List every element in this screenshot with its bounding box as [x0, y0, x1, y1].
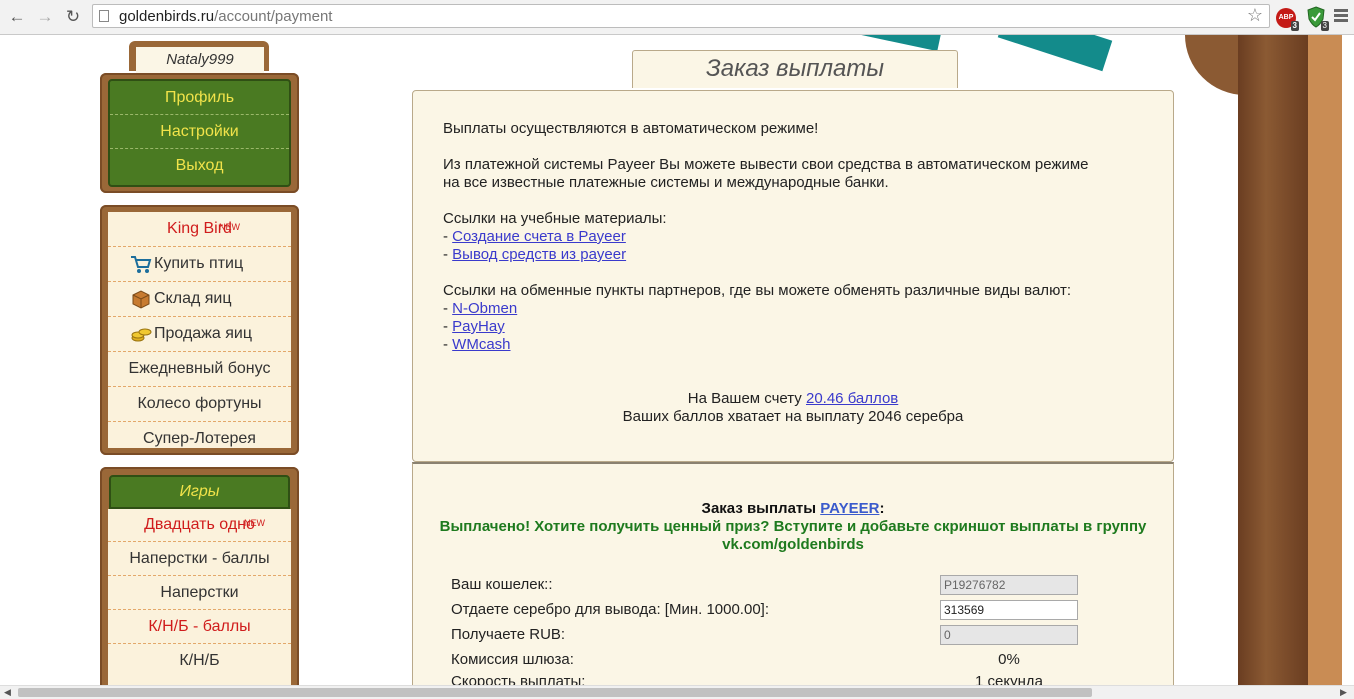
receive-rub-field — [940, 625, 1078, 645]
menu-settings[interactable]: Настройки — [110, 115, 289, 149]
link-wmcash[interactable]: WMcash — [452, 336, 510, 353]
scroll-right-icon[interactable]: ▶ — [1340, 687, 1347, 698]
username: Nataly999 — [136, 47, 264, 73]
link-withdraw-payeer[interactable]: Вывод средств из payeer — [452, 246, 626, 263]
reload-icon[interactable]: ↻ — [62, 6, 84, 28]
decor-ribbon — [859, 35, 941, 52]
order-title: Заказ выплаты PAYEER: — [701, 500, 885, 517]
fee-value: 0% — [998, 651, 1020, 668]
link-n-obmen[interactable]: N-Obmen — [452, 300, 517, 317]
scrollbar-thumb[interactable] — [18, 688, 1092, 697]
auto-payout-text: Выплаты осуществляются в автоматическом … — [443, 120, 819, 137]
menu-egg-storage[interactable]: Склад яиц — [108, 282, 291, 317]
paid-message: Выплачено! Хотите получить ценный приз? … — [439, 518, 1147, 553]
menu-profile[interactable]: Профиль — [110, 81, 289, 115]
tree-decor — [1238, 35, 1308, 685]
menu-logout[interactable]: Выход — [110, 149, 289, 182]
menu-twenty-one[interactable]: Двадцать одно NEW — [108, 509, 291, 542]
payeer-link[interactable]: PAYEER — [820, 500, 879, 517]
shield-extension-icon[interactable]: 3 — [1306, 6, 1329, 31]
receive-rub-label: Получаете RUB: — [451, 626, 566, 643]
wallet-label: Ваш кошелек:: — [451, 576, 553, 593]
coins-icon — [131, 328, 152, 342]
balance-text: На Вашем счету 20.46 баллов Ваших баллов… — [622, 390, 964, 425]
page-title: Заказ выплаты — [632, 50, 958, 88]
menu-rps[interactable]: К/Н/Б — [108, 644, 291, 677]
page-icon — [99, 10, 109, 22]
menu-buy-birds[interactable]: Купить птиц — [108, 247, 291, 282]
shop-menu: King Bird NEW Купить птиц Склад яиц Прода… — [108, 212, 291, 448]
browser-menu-icon[interactable] — [1334, 9, 1348, 24]
menu-daily-bonus[interactable]: Ежедневный бонус — [108, 352, 291, 387]
tree-decor — [1308, 35, 1342, 685]
address-bar[interactable]: goldenbirds.ru/account/payment ☆ — [92, 4, 1270, 28]
payout-info-box: Выплаты осуществляются в автоматическом … — [412, 90, 1174, 462]
payeer-info-text: Из платежной системы Payeer Вы можете вы… — [443, 156, 1089, 191]
page-content: Nataly999 Профиль Настройки Выход King B… — [0, 35, 1354, 685]
browser-toolbar: ← → ↻ goldenbirds.ru/account/payment ☆ A… — [0, 0, 1354, 35]
scroll-left-icon[interactable]: ◀ — [4, 687, 11, 698]
back-icon[interactable]: ← — [6, 6, 28, 28]
menu-thimbles-points[interactable]: Наперстки - баллы — [108, 542, 291, 576]
new-badge: NEW — [244, 518, 265, 528]
adblock-icon[interactable]: ABP 3 — [1276, 8, 1299, 31]
give-silver-input[interactable] — [940, 600, 1078, 620]
horizontal-scrollbar[interactable]: ◀ ▶ — [0, 685, 1354, 699]
menu-thimbles[interactable]: Наперстки — [108, 576, 291, 610]
study-links: Ссылки на учебные материалы: - Создание … — [443, 210, 667, 263]
exchange-links: Ссылки на обменные пункты партнеров, где… — [443, 282, 1072, 353]
menu-super-lottery[interactable]: Супер-Лотерея — [108, 422, 291, 456]
bookmark-star-icon[interactable]: ☆ — [1247, 5, 1263, 26]
menu-sell-eggs[interactable]: Продажа яиц — [108, 317, 291, 352]
menu-rps-points[interactable]: К/Н/Б - баллы — [108, 610, 291, 644]
balance-link[interactable]: 20.46 баллов — [806, 390, 898, 407]
speed-label: Скорость выплаты: — [451, 673, 586, 685]
menu-king-bird[interactable]: King Bird NEW — [108, 212, 291, 247]
payout-order-box: Заказ выплаты PAYEER: Выплачено! Хотите … — [412, 462, 1174, 685]
new-badge: NEW — [219, 222, 240, 232]
forward-icon[interactable]: → — [34, 6, 56, 28]
games-header: Игры — [109, 475, 290, 509]
give-silver-label: Отдаете серебро для вывода: [Мин. 1000.0… — [451, 601, 769, 618]
url-text: goldenbirds.ru/account/payment — [119, 8, 333, 25]
box-icon — [132, 290, 150, 309]
link-payhay[interactable]: PayHay — [452, 318, 505, 335]
wallet-field — [940, 575, 1078, 595]
speed-value: 1 секунда — [975, 673, 1043, 685]
cart-icon — [131, 256, 152, 273]
fee-label: Комиссия шлюза: — [451, 651, 574, 668]
games-menu: Двадцать одно NEW Наперстки - баллы Напер… — [108, 509, 291, 685]
link-create-payeer[interactable]: Создание счета в Payeer — [452, 228, 626, 245]
menu-fortune-wheel[interactable]: Колесо фортуны — [108, 387, 291, 422]
decor-ribbon — [997, 35, 1113, 72]
account-menu: Профиль Настройки Выход — [108, 79, 291, 187]
